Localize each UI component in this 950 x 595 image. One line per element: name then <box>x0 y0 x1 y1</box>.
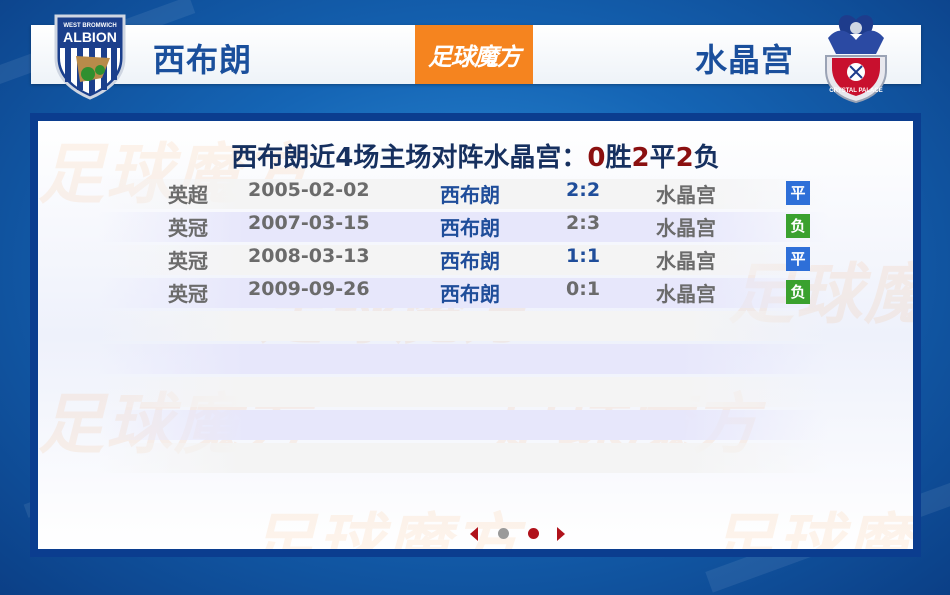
svg-text:CRYSTAL PALACE: CRYSTAL PALACE <box>829 88 882 94</box>
match-row[interactable]: 英冠 2009-09-26 西布朗 0:1 水晶宫 负 <box>38 278 913 308</box>
match-home-team: 西布朗 <box>440 216 500 240</box>
losses-count: 2 <box>675 143 694 173</box>
losses-label: 负 <box>693 143 720 173</box>
match-league: 英冠 <box>168 249 208 273</box>
match-away-team: 水晶宫 <box>656 249 716 273</box>
match-date: 2009-09-26 <box>248 278 370 300</box>
next-page-arrow-icon[interactable] <box>557 527 565 541</box>
match-league: 英冠 <box>168 282 208 306</box>
page-dot-2-active[interactable] <box>528 528 539 539</box>
wins-count: 0 <box>587 143 606 173</box>
brand-logo-text: 足球魔方 <box>428 43 521 71</box>
match-date: 2007-03-15 <box>248 212 370 234</box>
match-league: 英冠 <box>168 216 208 240</box>
match-result-badge: 平 <box>786 181 810 205</box>
match-score: 1:1 <box>566 245 601 267</box>
home-team-name: 西布朗 <box>153 41 253 79</box>
page-dot-1[interactable] <box>498 528 509 539</box>
head-to-head-panel: 足球魔方 足球魔方 足球魔方 足球魔方 足球魔方 足球魔方 足球魔方 西布朗近4… <box>30 113 921 557</box>
matchup-header: 西布朗 足球魔方 水晶宫 <box>31 25 921 84</box>
match-row[interactable]: 英冠 2007-03-15 西布朗 2:3 水晶宫 负 <box>38 212 913 242</box>
brand-logo[interactable]: 足球魔方 <box>415 25 533 84</box>
head-to-head-panel-body: 足球魔方 足球魔方 足球魔方 足球魔方 足球魔方 足球魔方 足球魔方 西布朗近4… <box>38 121 913 549</box>
match-score: 2:2 <box>566 179 601 201</box>
prev-page-arrow-icon[interactable] <box>470 527 478 541</box>
draws-count: 2 <box>631 143 650 173</box>
match-row[interactable]: 英超 2005-02-02 西布朗 2:2 水晶宫 平 <box>38 179 913 209</box>
match-home-team: 西布朗 <box>440 249 500 273</box>
watermark: 足球魔方 <box>258 261 530 357</box>
match-away-team: 水晶宫 <box>656 216 716 240</box>
match-score: 0:1 <box>566 278 601 300</box>
match-result-badge: 负 <box>786 280 810 304</box>
row-stripe <box>98 443 828 473</box>
match-away-team: 水晶宫 <box>656 183 716 207</box>
title-prefix: 西布朗近4场主场对阵水晶宫： <box>231 143 588 173</box>
match-home-team: 西布朗 <box>440 282 500 306</box>
match-home-team: 西布朗 <box>440 183 500 207</box>
away-team-name: 水晶宫 <box>695 41 795 79</box>
row-stripe <box>98 377 828 407</box>
match-row[interactable]: 英冠 2008-03-13 西布朗 1:1 水晶宫 平 <box>38 245 913 275</box>
home-team-crest-icon: WEST BROMWICH ALBION <box>54 14 126 100</box>
head-to-head-title: 西布朗近4场主场对阵水晶宫：0胜2平2负 <box>38 137 913 174</box>
match-score: 2:3 <box>566 212 601 234</box>
draws-label: 平 <box>649 143 676 173</box>
row-stripe <box>98 410 828 440</box>
match-result-badge: 平 <box>786 247 810 271</box>
match-date: 2005-02-02 <box>248 179 370 201</box>
row-stripe <box>98 344 828 374</box>
match-league: 英超 <box>168 183 208 207</box>
match-away-team: 水晶宫 <box>656 282 716 306</box>
watermark: 足球魔方 <box>708 506 913 549</box>
svg-text:ALBION: ALBION <box>63 29 117 45</box>
row-stripe <box>98 311 828 341</box>
away-team-crest-icon: CRYSTAL PALACE <box>825 15 887 104</box>
match-date: 2008-03-13 <box>248 245 370 267</box>
watermark: 足球魔方 <box>248 506 520 549</box>
match-result-badge: 负 <box>786 214 810 238</box>
wins-label: 胜 <box>605 143 632 173</box>
